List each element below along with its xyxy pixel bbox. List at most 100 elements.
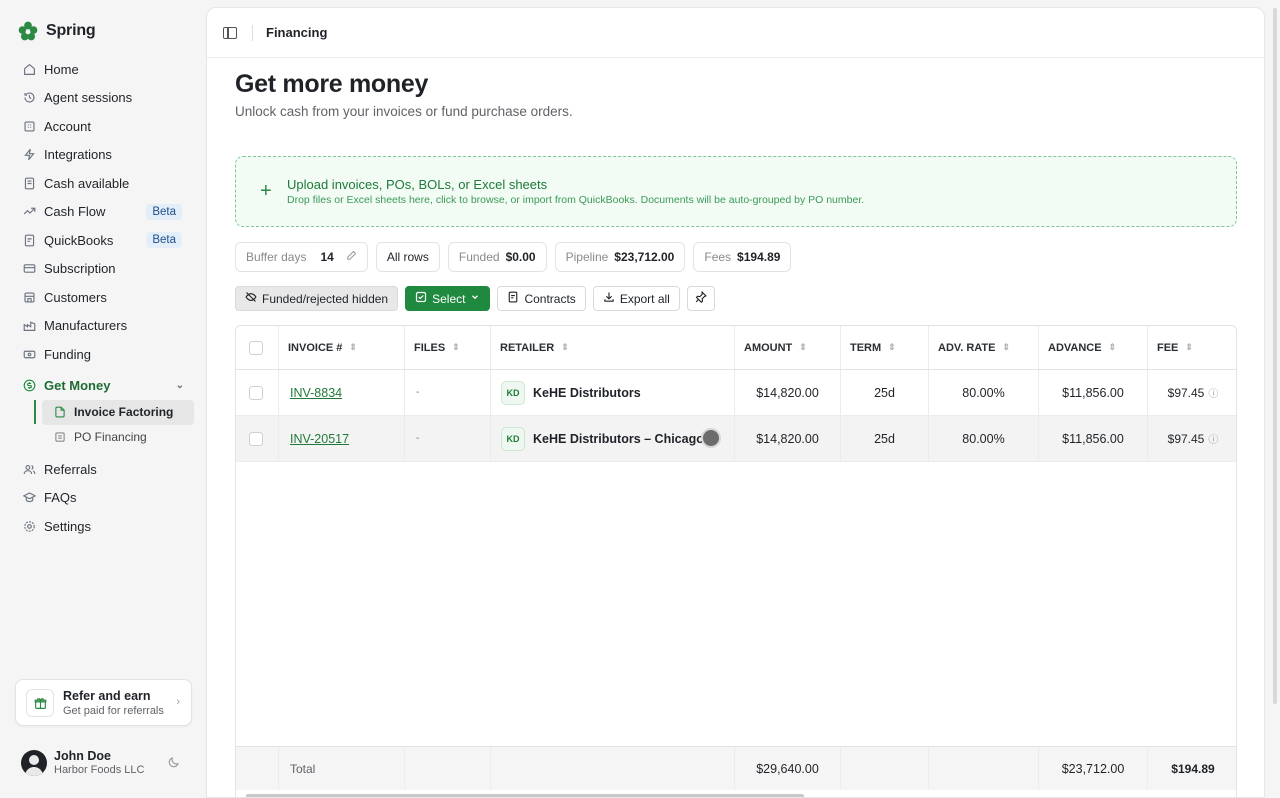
checkbox-icon: [415, 291, 427, 306]
sidebar-item-label: Account: [44, 118, 91, 134]
files-cell: -: [405, 416, 491, 461]
info-icon[interactable]: ⓘ: [1208, 431, 1218, 446]
fees-value: $194.89: [737, 250, 781, 264]
receipt-icon: [22, 176, 36, 190]
file-icon: [54, 406, 66, 418]
column-header-fee[interactable]: FEE ⇕: [1148, 326, 1236, 369]
table-row[interactable]: INV-8834 - KD KeHE Distributors $14,820.0…: [236, 370, 1236, 416]
column-header-adv-rate[interactable]: ADV. RATE ⇕: [929, 326, 1039, 369]
sort-icon: ⇕: [888, 342, 896, 352]
sort-icon: ⇕: [1185, 342, 1193, 352]
sidebar-nav: Home Agent sessions Account Integrations…: [14, 55, 194, 541]
sidebar-item-manufacturers[interactable]: Manufacturers: [14, 312, 194, 341]
amount-cell: $14,820.00: [735, 370, 841, 415]
upload-title: Upload invoices, POs, BOLs, or Excel she…: [287, 177, 548, 192]
sidebar-item-settings[interactable]: Settings: [14, 512, 194, 541]
invoice-cell: INV-20517: [279, 416, 405, 461]
refer-and-earn-card[interactable]: Refer and earn Get paid for referrals ›: [15, 679, 192, 726]
beta-badge: Beta: [146, 232, 182, 249]
sidebar-item-label: Settings: [44, 518, 91, 534]
sidebar-item-po-financing[interactable]: PO Financing: [42, 425, 194, 450]
all-rows-chip[interactable]: All rows: [375, 242, 440, 272]
sidebar-item-customers[interactable]: Customers: [14, 283, 194, 312]
buffer-days-chip[interactable]: Buffer days 14: [235, 242, 368, 272]
invoice-link[interactable]: INV-20517: [279, 432, 349, 446]
sort-icon: ⇕: [799, 342, 807, 352]
vertical-scrollbar[interactable]: [1273, 8, 1277, 704]
buffer-days-label: Buffer days: [246, 250, 307, 264]
factory-icon: [22, 319, 36, 333]
row-checkbox[interactable]: [249, 385, 263, 400]
sidebar-item-funding[interactable]: Funding: [14, 340, 194, 369]
brand-logo[interactable]: Spring: [17, 20, 96, 42]
refer-title: Refer and earn: [63, 689, 151, 703]
top-bar: Financing: [207, 8, 1264, 58]
toolbar: Funded/rejected hidden Select Contracts …: [235, 286, 715, 311]
sidebar-item-label: Funding: [44, 346, 91, 362]
column-header-files[interactable]: FILES ⇕: [405, 326, 491, 369]
sidebar-item-cash-available[interactable]: Cash available: [14, 169, 194, 198]
funded-rejected-hidden-button[interactable]: Funded/rejected hidden: [235, 286, 399, 311]
sidebar-item-label: Cash available: [44, 175, 130, 191]
invoice-link[interactable]: INV-8834: [279, 386, 342, 400]
divider: [252, 24, 253, 41]
contracts-button[interactable]: Contracts: [497, 286, 586, 311]
sidebar-toggle-icon[interactable]: [223, 26, 237, 39]
sidebar-item-agent-sessions[interactable]: Agent sessions: [14, 84, 194, 113]
fee-cell: $97.45 ⓘ: [1167, 385, 1219, 401]
sidebar-item-label: Referrals: [44, 461, 97, 477]
horizontal-scrollbar[interactable]: [246, 794, 804, 797]
sort-icon: ⇕: [1108, 342, 1117, 352]
table-total-row: Total $29,640.00 $23,712.00 $194.89: [236, 746, 1236, 790]
gift-icon: [26, 689, 54, 717]
main-panel: Financing Get more money Unlock cash fro…: [206, 7, 1265, 798]
upload-hint: Drop files or Excel sheets here, click t…: [287, 194, 865, 206]
column-header-term[interactable]: TERM ⇕: [841, 326, 929, 369]
advance-cell: $11,856.00: [1039, 370, 1148, 415]
column-header-amount[interactable]: AMOUNT ⇕: [735, 326, 841, 369]
chevron-down-icon[interactable]: ⌄: [176, 380, 184, 391]
column-header-advance[interactable]: ADVANCE ⇕: [1039, 326, 1148, 369]
funded-chip[interactable]: Funded $0.00: [447, 242, 547, 272]
gear-icon: [22, 519, 36, 533]
user-profile[interactable]: John Doe Harbor Foods LLC: [21, 749, 191, 779]
select-button[interactable]: Select: [405, 286, 491, 311]
sidebar-item-account[interactable]: Account: [14, 112, 194, 141]
sidebar-item-get-money[interactable]: Get Money ⌄: [14, 372, 194, 401]
banknote-icon: [22, 347, 36, 361]
total-fee: $194.89: [1171, 761, 1215, 776]
moon-icon[interactable]: [167, 756, 180, 772]
chevron-right-icon: ›: [176, 696, 180, 708]
retailer-cell: KD KeHE Distributors – Chicago: [491, 416, 735, 461]
sidebar-item-faqs[interactable]: FAQs: [14, 484, 194, 513]
column-header-retailer[interactable]: RETAILER ⇕: [491, 326, 735, 369]
fees-chip[interactable]: Fees $194.89: [693, 242, 792, 272]
sidebar-item-subscription[interactable]: Subscription: [14, 255, 194, 284]
fee-cell: $97.45 ⓘ: [1167, 431, 1219, 447]
sidebar-item-label: Subscription: [44, 261, 116, 277]
export-all-button[interactable]: Export all: [592, 286, 680, 311]
sidebar-item-referrals[interactable]: Referrals: [14, 455, 194, 484]
column-header-invoice[interactable]: INVOICE # ⇕: [279, 326, 405, 369]
info-icon[interactable]: ⓘ: [1208, 385, 1218, 400]
dollar-circle-icon: [22, 379, 36, 393]
avatar: [21, 750, 47, 776]
sidebar-item-cash-flow[interactable]: Cash Flow Beta: [14, 198, 194, 227]
pipeline-chip[interactable]: Pipeline $23,712.00: [554, 242, 686, 272]
select-all-checkbox[interactable]: [249, 340, 263, 355]
table-row[interactable]: INV-20517 - KD KeHE Distributors – Chicag…: [236, 416, 1236, 462]
row-checkbox[interactable]: [249, 431, 263, 446]
sidebar-item-quickbooks[interactable]: QuickBooks Beta: [14, 226, 194, 255]
pencil-icon[interactable]: [346, 250, 357, 264]
upload-dropzone[interactable]: + Upload invoices, POs, BOLs, or Excel s…: [235, 156, 1237, 227]
row-select-cell: [236, 416, 279, 461]
beta-badge: Beta: [146, 203, 182, 220]
pin-button[interactable]: [686, 286, 715, 311]
sidebar-item-invoice-factoring[interactable]: Invoice Factoring: [42, 400, 194, 425]
active-indicator: [34, 400, 36, 424]
retailer-avatar: KD: [501, 426, 525, 451]
sidebar-item-integrations[interactable]: Integrations: [14, 141, 194, 170]
sidebar-item-home[interactable]: Home: [14, 55, 194, 84]
sidebar-item-label: Integrations: [44, 147, 112, 163]
brand-name: Spring: [46, 22, 96, 39]
